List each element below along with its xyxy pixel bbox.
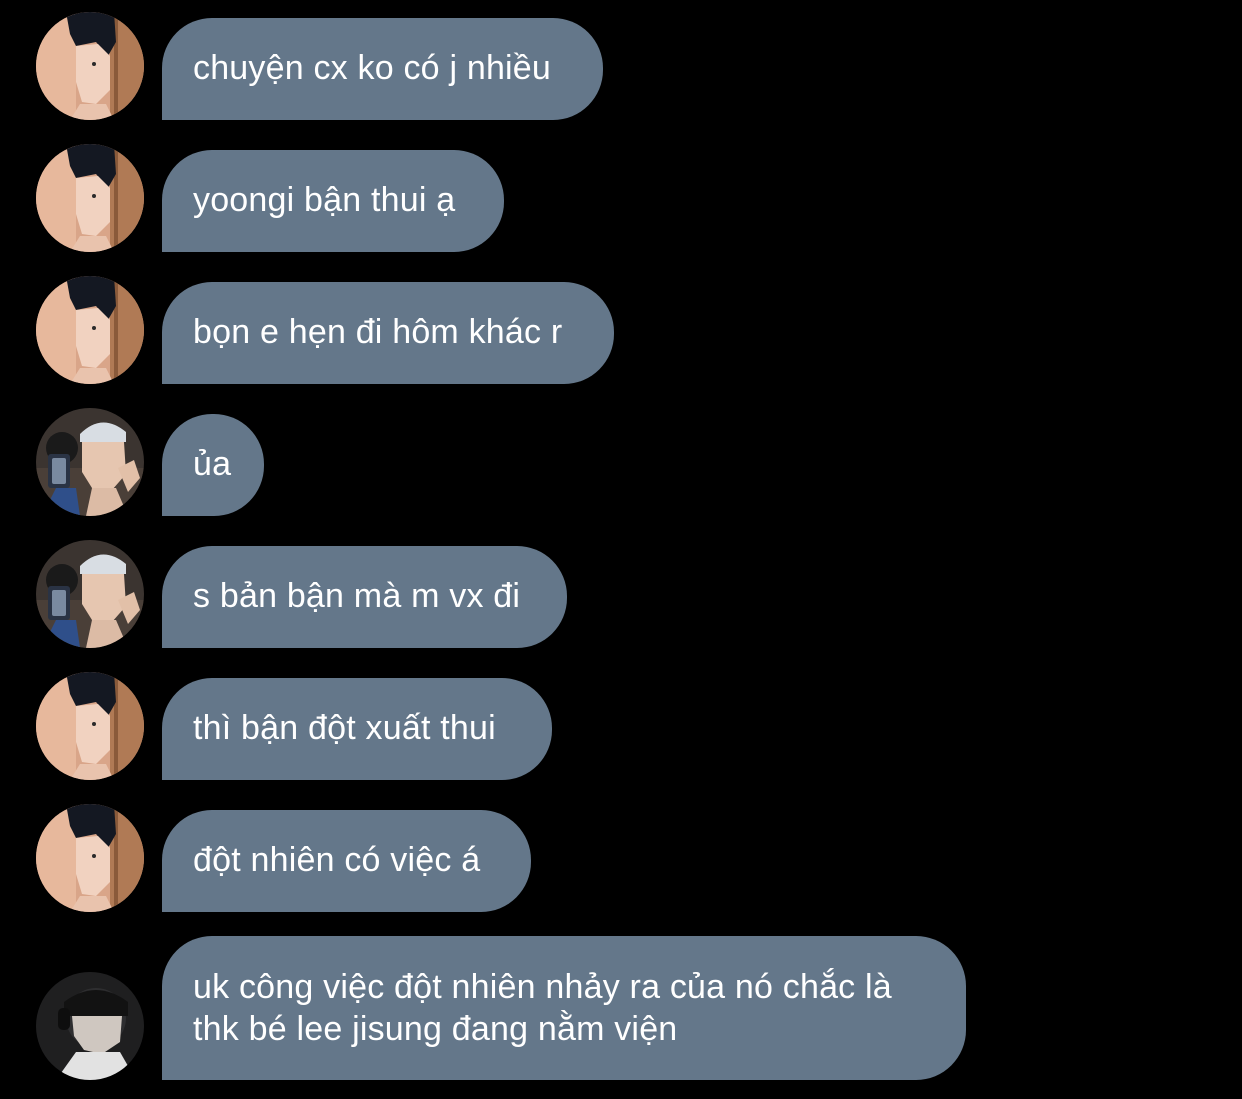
- message-row: bọn e hẹn đi hôm khác r: [0, 282, 1242, 384]
- avatar[interactable]: [36, 804, 144, 912]
- message-bubble[interactable]: thì bận đột xuất thui: [162, 678, 552, 780]
- message-row: yoongi bận thui ạ: [0, 150, 1242, 252]
- message-row: đột nhiên có việc á: [0, 810, 1242, 912]
- avatar[interactable]: [36, 12, 144, 120]
- avatar[interactable]: [36, 672, 144, 780]
- message-bubble[interactable]: s bản bận mà m vx đi: [162, 546, 567, 648]
- avatar[interactable]: [36, 408, 144, 516]
- message-row: chuyện cx ko có j nhiều: [0, 18, 1242, 120]
- avatar[interactable]: [36, 540, 144, 648]
- avatar[interactable]: [36, 144, 144, 252]
- chat-screen: { "messages": [ {"sender": "user-a", "te…: [0, 0, 1242, 1099]
- message-row: s bản bận mà m vx đi: [0, 546, 1242, 648]
- message-bubble[interactable]: uk công việc đột nhiên nhảy ra của nó ch…: [162, 936, 966, 1080]
- avatar[interactable]: [36, 972, 144, 1080]
- message-row: thì bận đột xuất thui: [0, 678, 1242, 780]
- message-bubble[interactable]: yoongi bận thui ạ: [162, 150, 504, 252]
- message-row: ủa: [0, 414, 1242, 516]
- message-bubble[interactable]: đột nhiên có việc á: [162, 810, 531, 912]
- message-row: uk công việc đột nhiên nhảy ra của nó ch…: [0, 936, 1242, 1080]
- message-bubble[interactable]: bọn e hẹn đi hôm khác r: [162, 282, 614, 384]
- message-bubble[interactable]: chuyện cx ko có j nhiều: [162, 18, 603, 120]
- message-bubble[interactable]: ủa: [162, 414, 264, 516]
- avatar[interactable]: [36, 276, 144, 384]
